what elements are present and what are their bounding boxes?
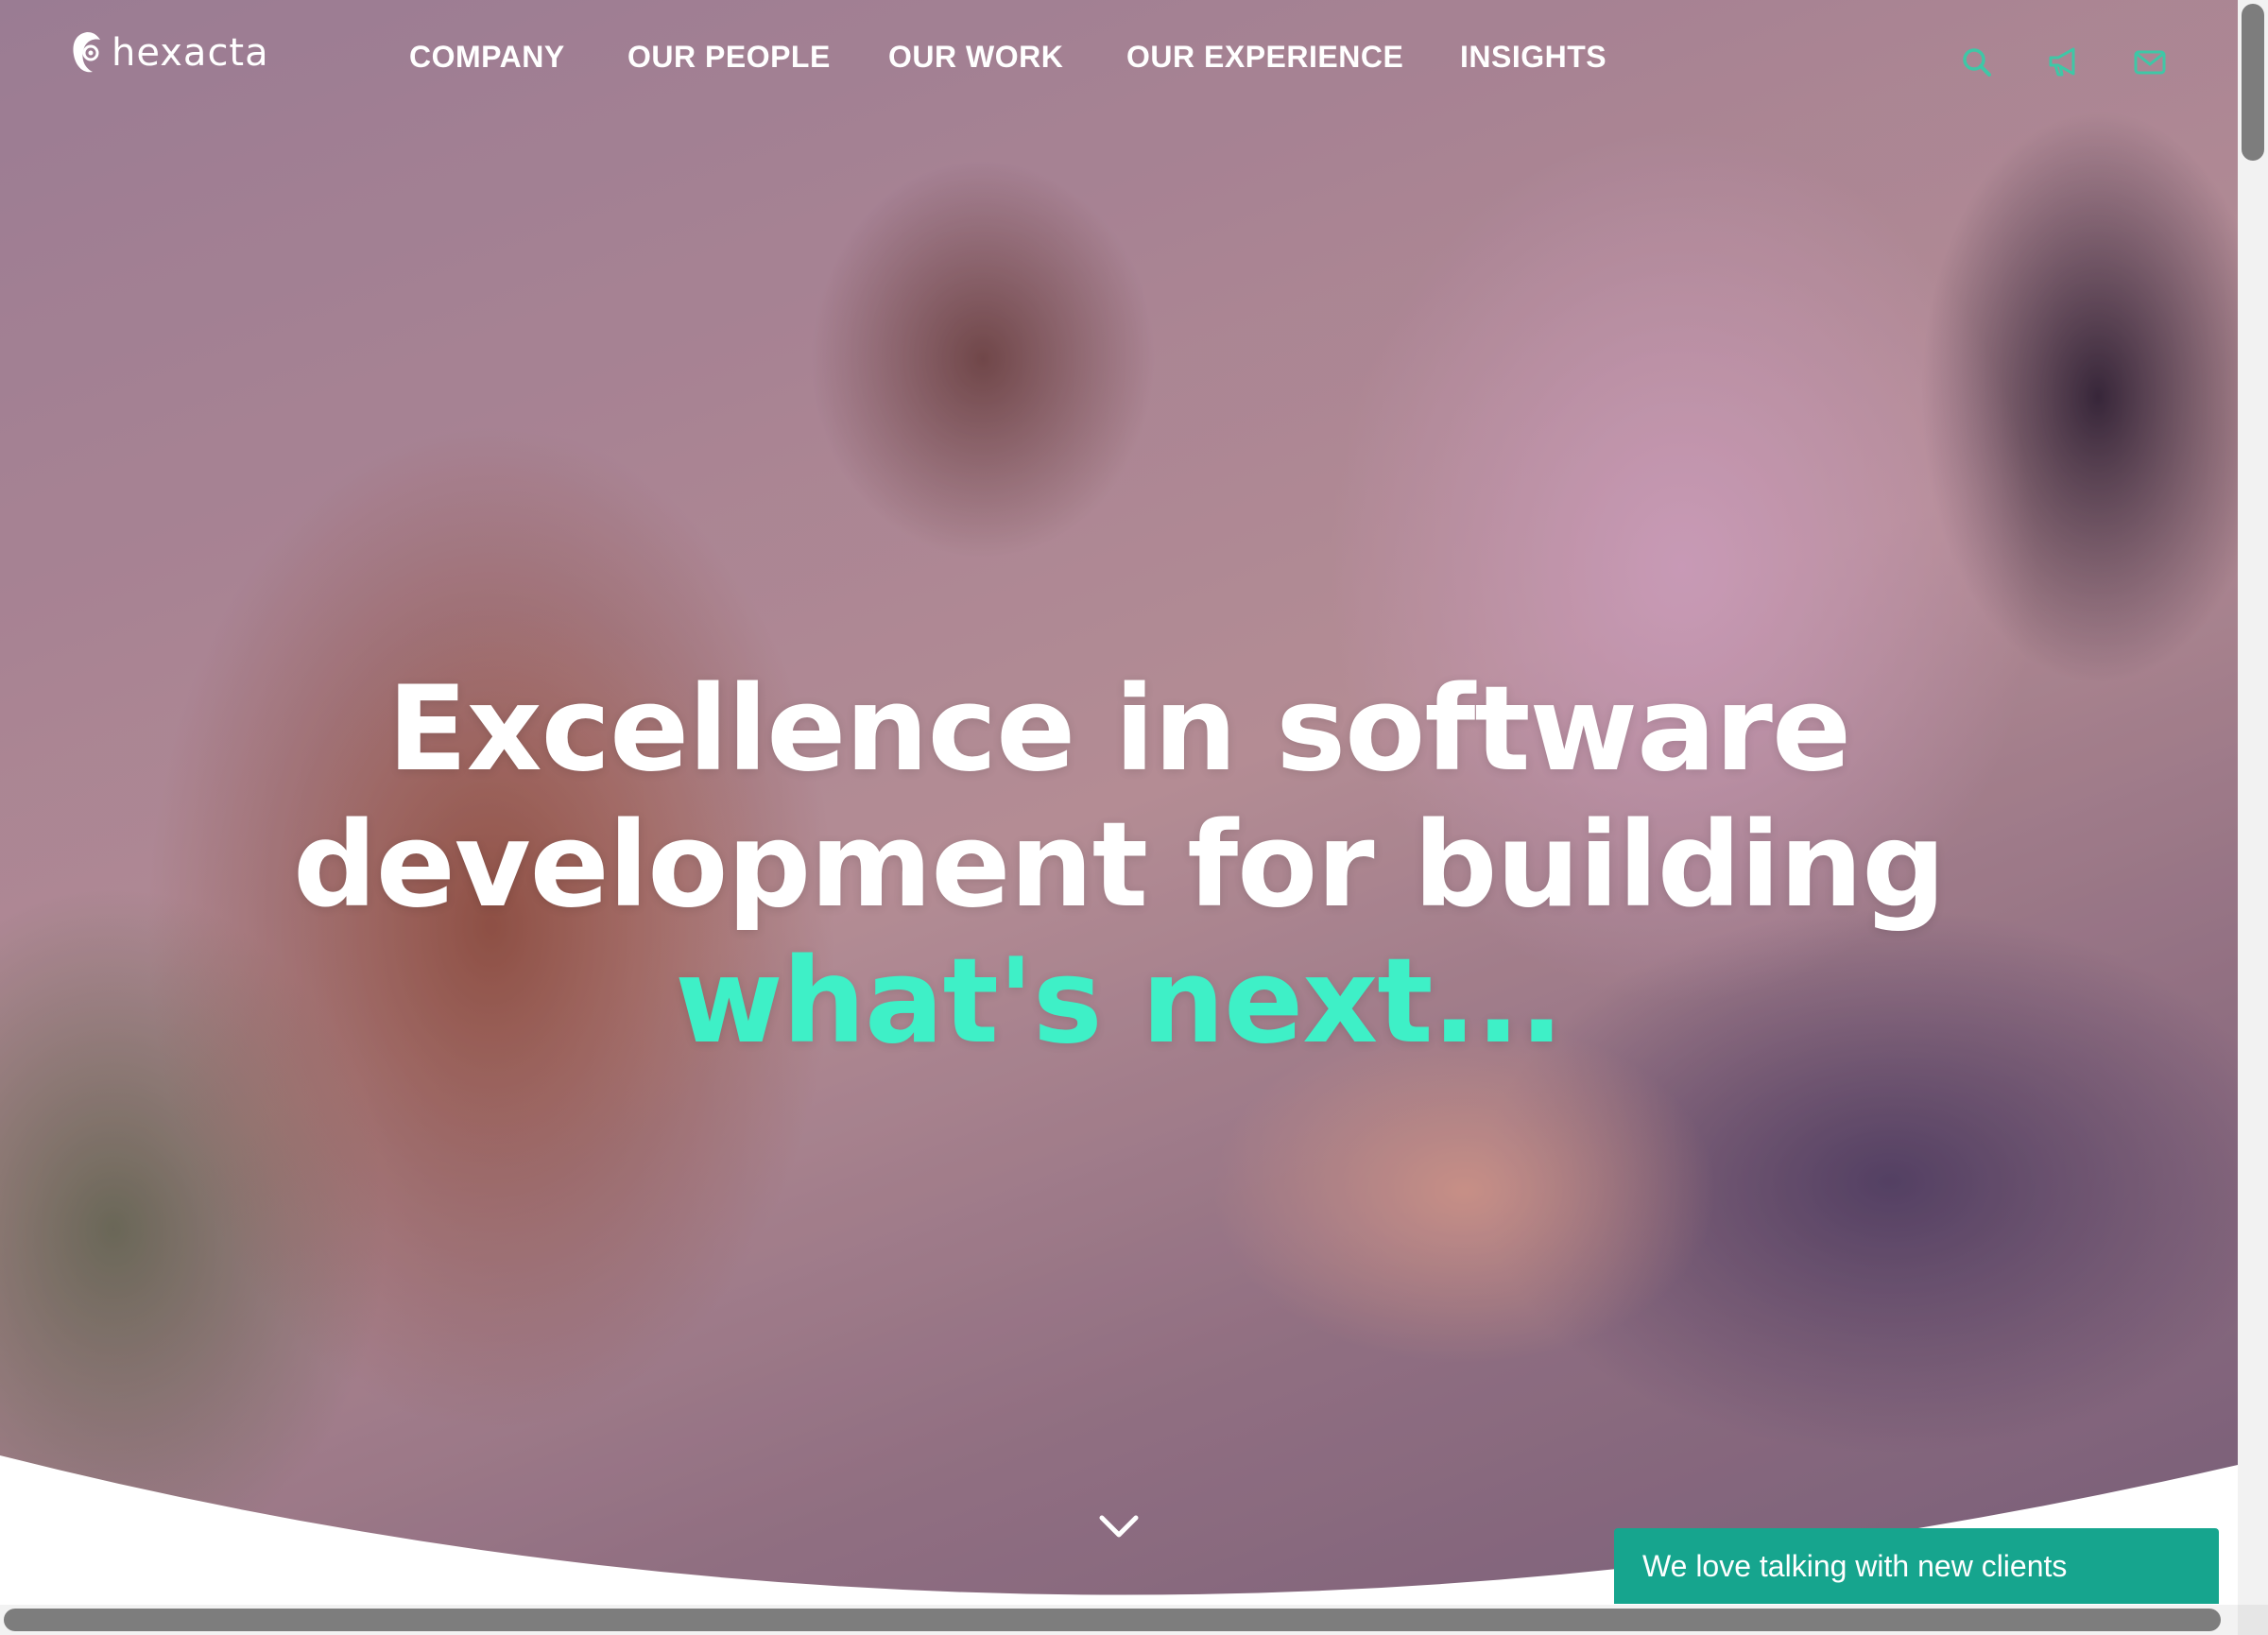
nav-item-company[interactable]: COMPANY [409,40,565,75]
horizontal-scrollbar-thumb[interactable] [4,1609,2221,1631]
hero-headline-line-2: development for building [292,798,1946,934]
nav-item-our-experience[interactable]: OUR EXPERIENCE [1126,40,1403,75]
hero-headline: Excellence in software development for b… [0,662,2238,1070]
nav-item-insights[interactable]: INSIGHTS [1460,40,1606,75]
hero-headline-accent: what's next... [675,934,1564,1070]
nav-item-our-people[interactable]: OUR PEOPLE [627,40,831,75]
hero-headline-line-1: Excellence in software [387,662,1851,798]
megaphone-icon[interactable] [2045,43,2083,81]
chat-widget-tab[interactable]: We love talking with new clients [1614,1528,2219,1604]
main-navigation: COMPANY OUR PEOPLE OUR WORK OUR EXPERIEN… [0,40,2268,77]
vertical-scrollbar-thumb[interactable] [2242,4,2264,161]
envelope-icon[interactable] [2131,43,2169,81]
chevron-down-icon[interactable] [1096,1510,1142,1540]
search-icon[interactable] [1958,43,1996,81]
nav-item-our-work[interactable]: OUR WORK [888,40,1063,75]
vertical-scrollbar-track [2238,0,2268,1635]
scrollbar-corner [2238,1605,2268,1635]
